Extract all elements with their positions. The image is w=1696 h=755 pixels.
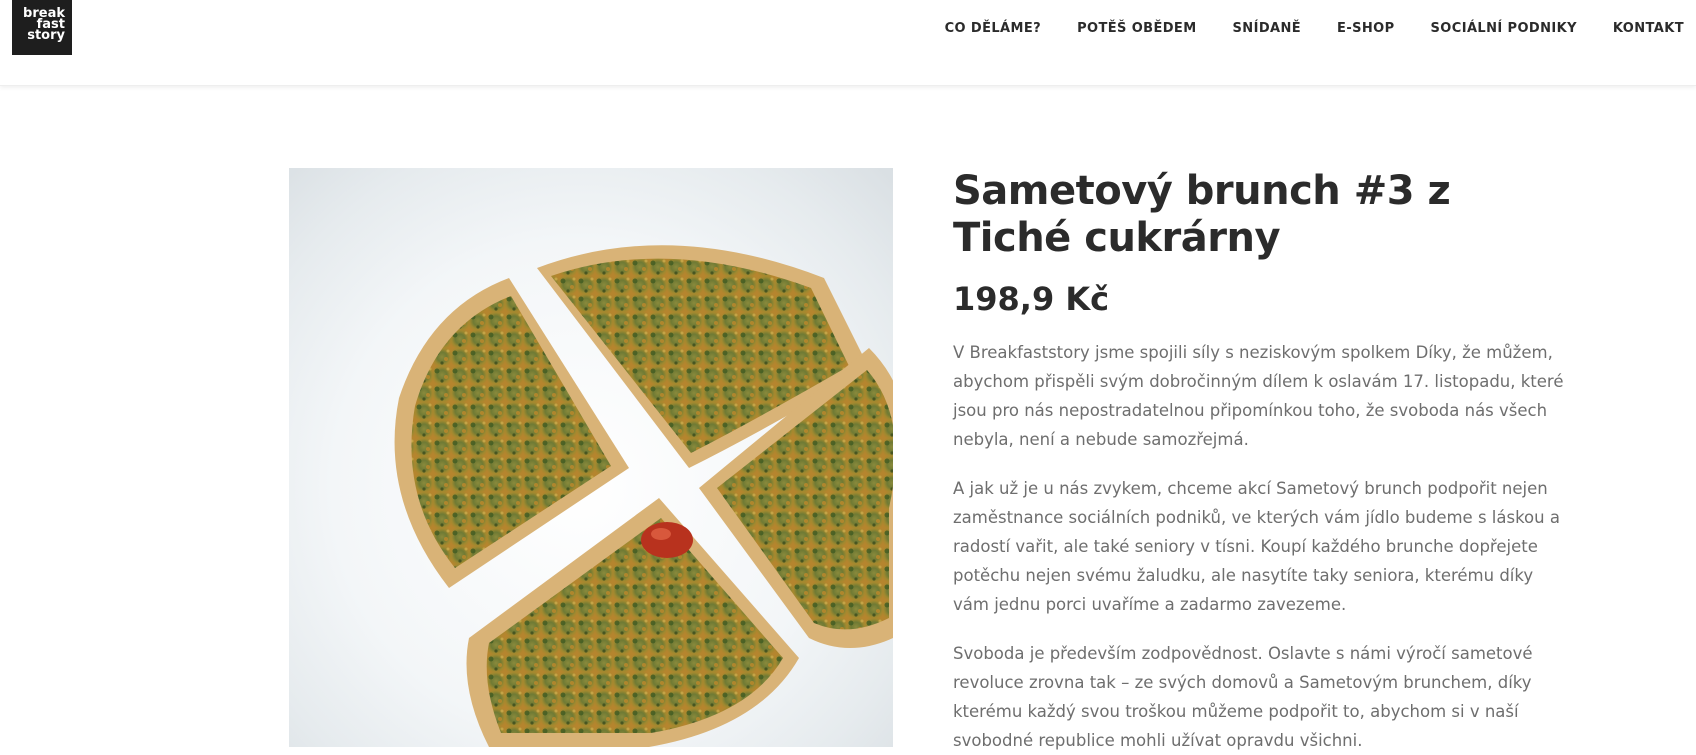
nav-item-socialni-podniky[interactable]: SOCIÁLNÍ PODNIKY [1395, 21, 1577, 36]
product-title: Sametový brunch #3 z Tiché cukrárny [953, 168, 1451, 261]
nav-item-co-delame[interactable]: CO DĚLÁME? [909, 21, 1042, 36]
description-paragraph: V Breakfaststory jsme spojili síly s nez… [953, 343, 1564, 449]
description-paragraph: Svoboda je především zodpovědnost. Oslav… [953, 644, 1533, 750]
nav-item-potes-obedem[interactable]: POTĚŠ OBĚDEM [1041, 21, 1196, 36]
main-nav: CO DĚLÁME? POTĚŠ OBĚDEM SNÍDANĚ E-SHOP S… [909, 21, 1684, 36]
product-info: Sametový brunch #3 z Tiché cukrárny 198,… [953, 168, 1573, 755]
product-image[interactable] [289, 168, 893, 747]
site-logo[interactable]: break fast story [12, 0, 72, 55]
description-paragraph: A jak už je u nás zvykem, chceme akcí Sa… [953, 479, 1560, 614]
nav-item-snidane[interactable]: SNÍDANĚ [1197, 21, 1302, 36]
nav-item-kontakt[interactable]: KONTAKT [1577, 21, 1684, 36]
site-header: break fast story CO DĚLÁME? POTĚŠ OBĚDEM… [0, 0, 1696, 86]
product-price: 198,9 Kč [953, 280, 1110, 318]
logo-line: story [27, 28, 65, 43]
quiche-photo-icon [394, 245, 893, 747]
product-description: V Breakfaststory jsme spojili síly s nez… [953, 338, 1573, 755]
nav-item-e-shop[interactable]: E-SHOP [1301, 21, 1395, 36]
